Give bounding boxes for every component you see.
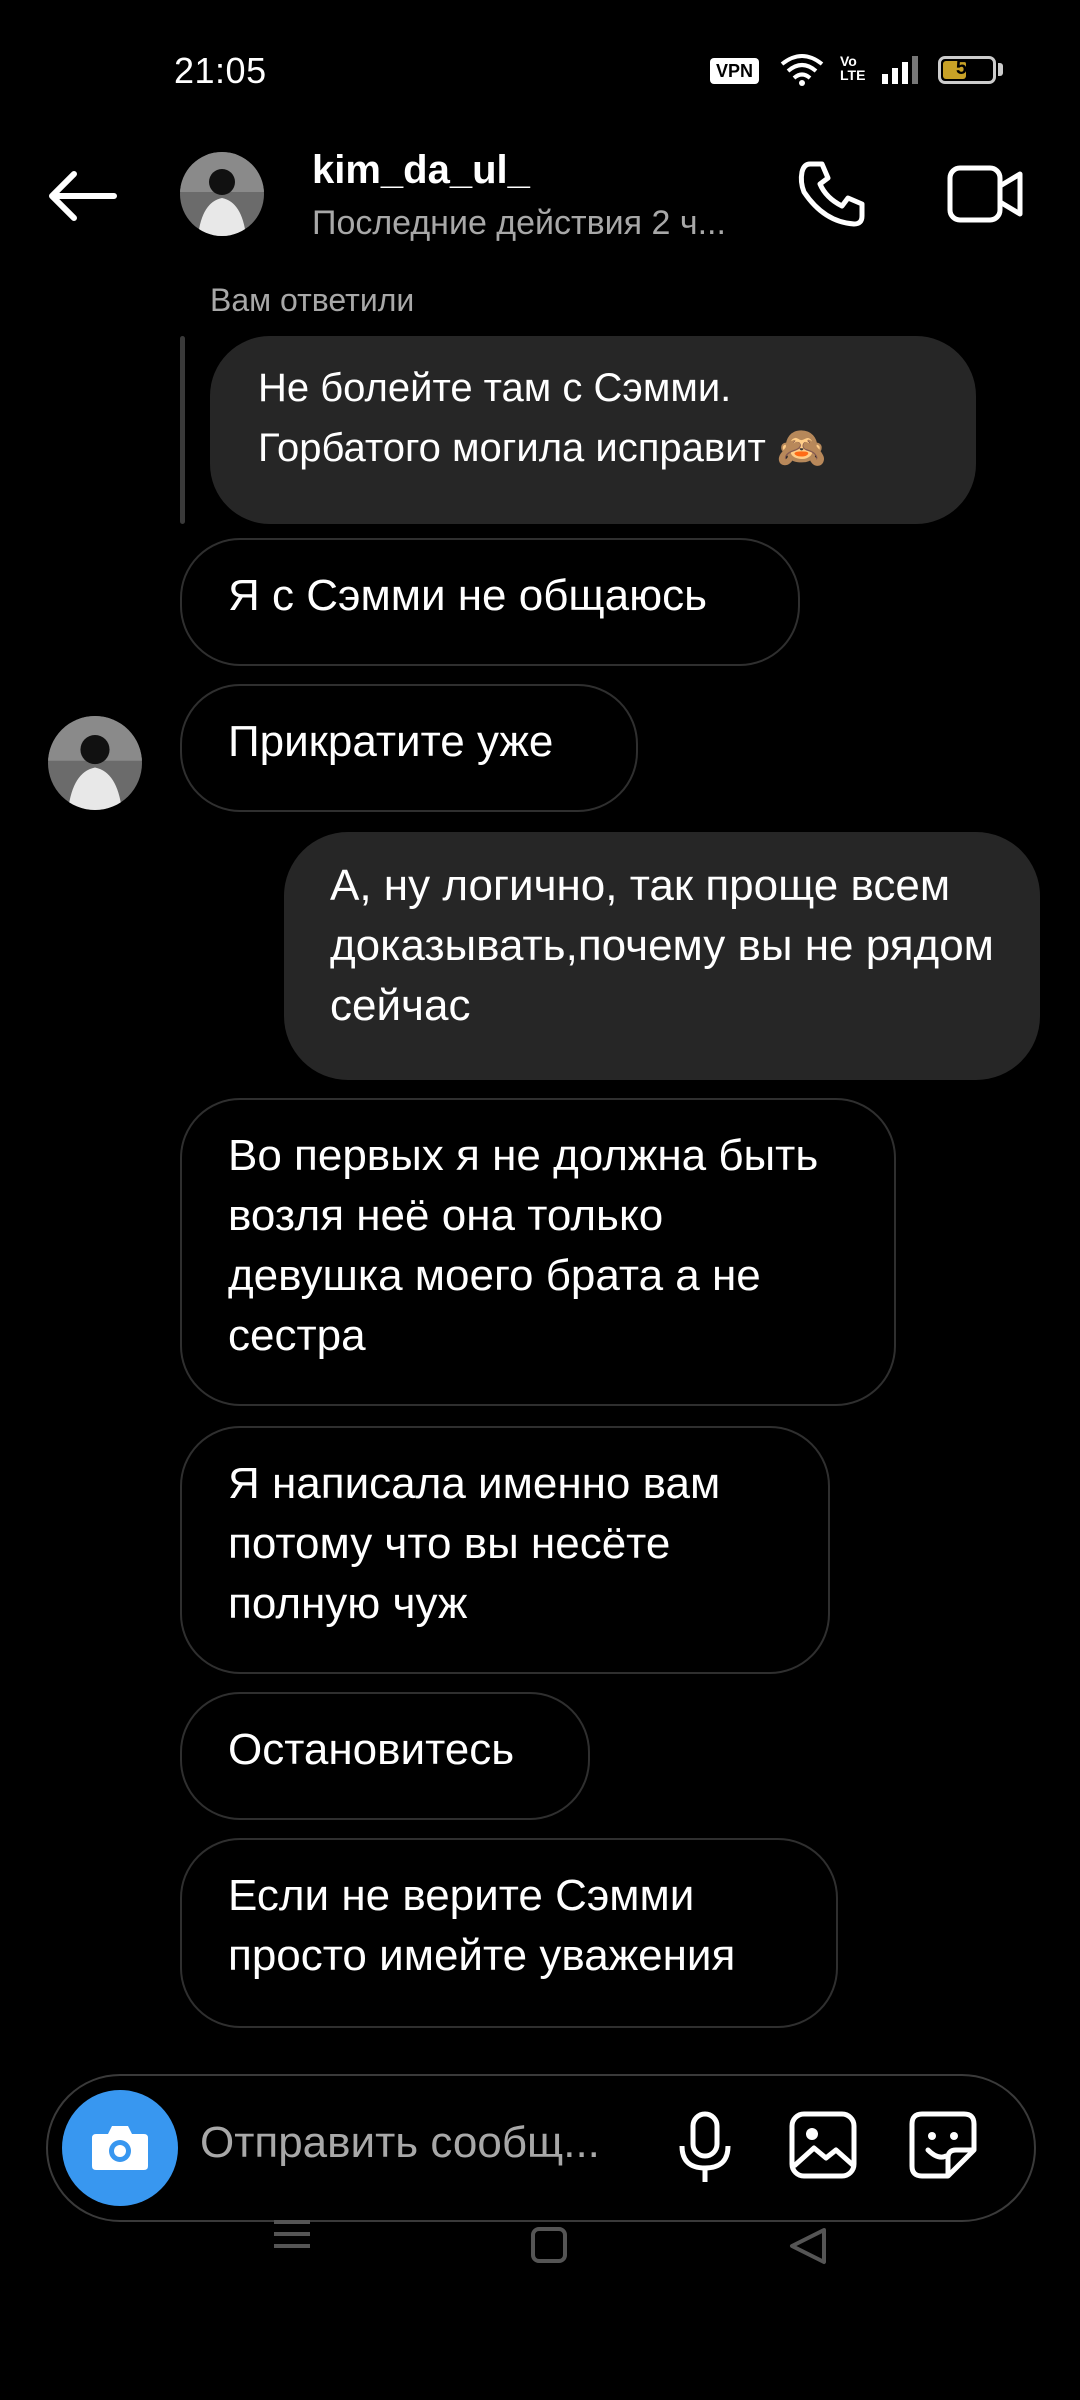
sticker-icon[interactable] — [908, 2110, 978, 2180]
phone-icon[interactable] — [796, 158, 868, 230]
message-bubble[interactable]: Прикратите уже — [180, 684, 638, 812]
back-triangle-icon[interactable] — [786, 2226, 828, 2266]
menu-icon[interactable] — [270, 2212, 314, 2256]
message-bubble[interactable]: Я с Сэмми не общаюсь — [180, 538, 800, 666]
reply-label: Вам ответили — [210, 282, 415, 318]
back-arrow-icon[interactable] — [46, 168, 118, 224]
message-input[interactable]: Отправить сообщ... — [200, 2118, 600, 2168]
avatar[interactable] — [180, 152, 264, 236]
message-bubble[interactable]: Я написала именно вам потому что вы несё… — [180, 1426, 830, 1674]
battery-tip — [998, 63, 1003, 76]
reply-divider — [180, 336, 185, 524]
volte-icon: Vo LTE — [840, 53, 866, 83]
message-bubble[interactable]: Во первых я не должна быть возля неё она… — [180, 1098, 896, 1406]
message-bubble[interactable]: Остановитесь — [180, 1692, 590, 1820]
quoted-message[interactable]: Не болейте там с Сэмми. Горбатого могила… — [210, 336, 976, 524]
gallery-icon[interactable] — [788, 2110, 858, 2180]
video-call-icon[interactable] — [946, 162, 1024, 226]
vpn-badge: VPN — [710, 58, 760, 84]
battery-indicator: 52 — [938, 56, 996, 84]
camera-icon — [92, 2126, 148, 2170]
wifi-icon — [780, 54, 824, 86]
avatar-image — [180, 152, 264, 236]
message-bubble-sent[interactable]: А, ну логично, так проще всем доказывать… — [284, 832, 1040, 1080]
home-icon[interactable] — [530, 2226, 568, 2264]
quoted-message-line: Горбатого могила исправит 🙈 — [258, 426, 827, 470]
quoted-message-line: Не болейте там с Сэмми. — [258, 366, 732, 410]
avatar-image — [48, 716, 142, 810]
signal-icon — [882, 56, 918, 84]
battery-percent: 52 — [955, 57, 979, 79]
sender-avatar[interactable] — [48, 716, 142, 810]
contact-username[interactable]: kim_da_ul_ — [312, 148, 530, 193]
camera-button[interactable] — [62, 2090, 178, 2206]
status-time: 21:05 — [174, 50, 267, 91]
message-bubble[interactable]: Если не верите Сэмми просто имейте уваже… — [180, 1838, 838, 2028]
last-active-status: Последние действия 2 ч... — [312, 204, 726, 242]
microphone-icon[interactable] — [676, 2110, 734, 2186]
